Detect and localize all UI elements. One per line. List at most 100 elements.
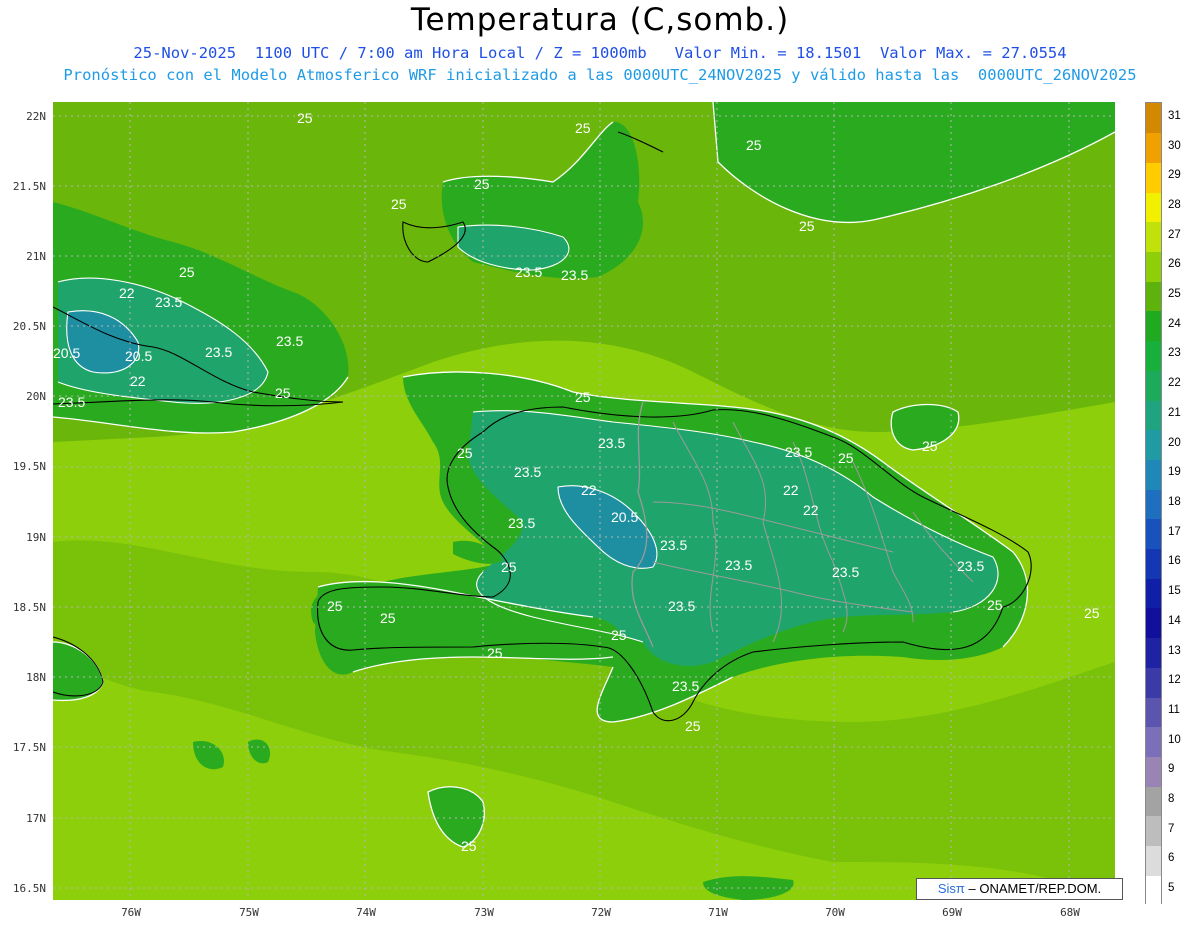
subtitle-model-info: Pronóstico con el Modelo Atmosferico WRF… xyxy=(63,66,1137,84)
lat-label-16-5n: 16.5N xyxy=(12,882,46,895)
colorbar-label-28: 28 xyxy=(1168,198,1181,211)
colorbar-label-14: 14 xyxy=(1168,614,1181,627)
colorbar-label-6: 6 xyxy=(1168,852,1175,865)
colorbar-swatch-6 xyxy=(1146,845,1161,876)
lat-label-19n: 19N xyxy=(26,531,46,544)
credit-box: Sisπ – ONAMET/REP.DOM. xyxy=(916,878,1123,900)
colorbar-label-18: 18 xyxy=(1168,496,1181,508)
colorbar-swatch-7 xyxy=(1146,815,1161,847)
contour-label: 23.5 xyxy=(598,435,625,451)
colorbar-swatch-30 xyxy=(1146,132,1161,163)
colorbar-label-25: 25 xyxy=(1168,288,1181,301)
colorbar-swatch-17 xyxy=(1146,518,1161,550)
lat-label-18n: 18N xyxy=(26,671,46,684)
lon-label-70w: 70W xyxy=(825,906,845,919)
colorbar-swatch-23 xyxy=(1146,340,1161,371)
credit-sis: Sisπ xyxy=(937,881,965,896)
colorbar-label-24: 24 xyxy=(1168,317,1181,330)
contour-label: 23.5 xyxy=(785,444,812,460)
colorbar-label-17: 17 xyxy=(1168,525,1181,538)
lon-label-75w: 75W xyxy=(239,906,259,919)
colorbar-label-20: 20 xyxy=(1168,436,1181,449)
contour-label: 25 xyxy=(799,218,815,234)
lon-label-73w: 73W xyxy=(474,906,494,919)
colorbar-label-19: 19 xyxy=(1168,466,1181,479)
lon-label-71w: 71W xyxy=(708,906,728,919)
contour-label: 25 xyxy=(461,838,477,854)
contour-label: 25 xyxy=(501,559,517,575)
lon-label-72w: 72W xyxy=(591,906,611,919)
contour-label: 25 xyxy=(487,645,503,661)
colorbar-swatch-18 xyxy=(1146,489,1161,520)
colorbar-label-22: 22 xyxy=(1168,377,1181,390)
colorbar-label-12: 12 xyxy=(1168,674,1181,687)
colorbar-swatch-16 xyxy=(1146,548,1161,579)
colorbar-swatch-31 xyxy=(1146,103,1161,134)
contour-label: 25 xyxy=(297,110,313,126)
lat-label-18-5n: 18.5N xyxy=(12,601,46,614)
colorbar-swatch-28 xyxy=(1146,192,1161,223)
contour-label: 25 xyxy=(922,438,938,454)
lat-label-17-5n: 17.5N xyxy=(12,741,46,754)
colorbar-label-5: 5 xyxy=(1168,882,1175,895)
contour-label: 25 xyxy=(685,718,701,734)
colorbar-swatch-12 xyxy=(1146,667,1161,698)
colorbar-swatch-8 xyxy=(1146,786,1161,817)
contour-label: 25 xyxy=(746,137,762,153)
lat-label-21-5n: 21.5N xyxy=(12,180,46,193)
colorbar-label-11: 11 xyxy=(1168,703,1180,716)
colorbar xyxy=(1145,102,1162,906)
contour-label: 23.5 xyxy=(276,333,303,349)
colorbar-swatch-9 xyxy=(1146,756,1161,787)
colorbar-swatch-24 xyxy=(1146,310,1161,342)
colorbar-swatch-5 xyxy=(1146,875,1161,906)
contour-label: 20.5 xyxy=(125,348,152,364)
contour-label: 22 xyxy=(119,285,135,301)
contour-label: 20.5 xyxy=(53,345,80,361)
colorbar-label-8: 8 xyxy=(1168,793,1175,806)
colorbar-swatch-19 xyxy=(1146,459,1161,490)
colorbar-swatch-21 xyxy=(1146,400,1161,431)
colorbar-swatch-29 xyxy=(1146,162,1161,193)
contour-label: 22 xyxy=(783,482,799,498)
colorbar-label-27: 27 xyxy=(1168,228,1181,241)
lat-label-20-5n: 20.5N xyxy=(12,320,46,333)
contour-label: 23.5 xyxy=(725,557,752,573)
colorbar-label-13: 13 xyxy=(1168,644,1181,657)
colorbar-swatch-22 xyxy=(1146,370,1161,401)
contour-label: 25 xyxy=(575,389,591,405)
contour-label: 23.5 xyxy=(58,394,85,410)
map-title: Temperatura (C,somb.) xyxy=(410,2,790,38)
contour-label: 25 xyxy=(179,264,195,280)
lon-label-76w: 76W xyxy=(121,906,141,919)
colorbar-swatch-10 xyxy=(1146,726,1161,757)
colorbar-swatch-13 xyxy=(1146,637,1161,668)
colorbar-swatch-14 xyxy=(1146,607,1161,639)
contour-label: 22 xyxy=(581,482,597,498)
contour-label: 25 xyxy=(987,597,1003,613)
lat-label-20n: 20N xyxy=(26,390,46,403)
contour-label: 23.5 xyxy=(515,264,542,280)
contour-label: 23.5 xyxy=(672,678,699,694)
colorbar-swatch-11 xyxy=(1146,697,1161,728)
contour-label: 22 xyxy=(803,502,819,518)
colorbar-label-9: 9 xyxy=(1168,763,1175,776)
colorbar-swatch-25 xyxy=(1146,281,1161,312)
colorbar-label-30: 30 xyxy=(1168,139,1181,152)
contour-label: 23.5 xyxy=(832,564,859,580)
colorbar-swatch-15 xyxy=(1146,578,1161,609)
contour-label: 25 xyxy=(275,385,291,401)
credit-org: – ONAMET/REP.DOM. xyxy=(968,881,1102,896)
colorbar-label-23: 23 xyxy=(1168,347,1181,360)
colorbar-label-31: 31 xyxy=(1168,109,1181,122)
contour-label: 23.5 xyxy=(508,515,535,531)
colorbar-label-21: 21 xyxy=(1168,406,1181,419)
temperature-map[interactable]: 25 25 25 25 25 25 25 25 25 25 25 25 25 2… xyxy=(53,102,1115,900)
contour-label: 25 xyxy=(838,450,854,466)
contour-label: 23.5 xyxy=(205,344,232,360)
colorbar-label-7: 7 xyxy=(1168,822,1175,835)
contour-label: 23.5 xyxy=(957,558,984,574)
contour-label: 22 xyxy=(130,373,146,389)
contour-label: 25 xyxy=(391,196,407,212)
contour-label: 25 xyxy=(474,176,490,192)
